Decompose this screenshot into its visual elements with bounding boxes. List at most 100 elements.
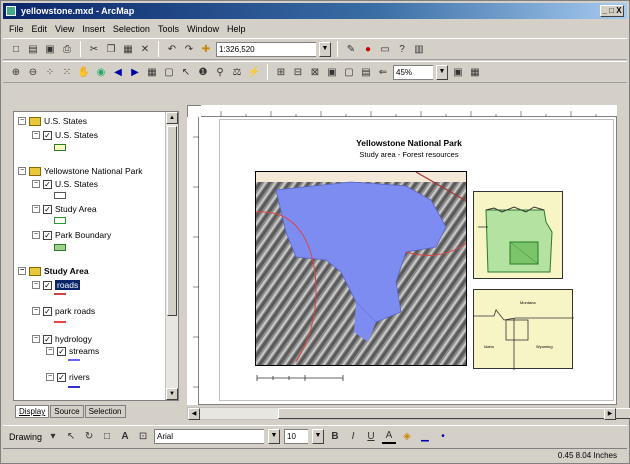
scroll-thumb[interactable]	[167, 126, 177, 316]
collapse-icon[interactable]: −	[32, 307, 40, 315]
collapse-icon[interactable]: −	[32, 335, 40, 343]
select-features-icon[interactable]: ▦	[145, 65, 159, 79]
back-icon[interactable]: ◀	[111, 65, 125, 79]
zoom-page-in-icon[interactable]: ⊞	[274, 65, 288, 79]
zoom-100-icon[interactable]: ▢	[342, 65, 356, 79]
zoom-page-out-icon[interactable]: ⊟	[291, 65, 305, 79]
menu-tools[interactable]: Tools	[158, 21, 179, 37]
map-scale-input[interactable]: 1:326,520	[216, 41, 316, 57]
tab-source[interactable]: Source	[50, 405, 84, 418]
layout-horizontal-scrollbar[interactable]: ◀ ▶	[187, 407, 630, 420]
measure-icon[interactable]: ⚖	[230, 65, 244, 79]
inset-map-states[interactable]: Montana Idaho Wyoming	[473, 289, 574, 370]
copy-icon[interactable]: ❐	[104, 42, 118, 56]
collapse-icon[interactable]: −	[32, 131, 40, 139]
collapse-icon[interactable]: −	[18, 267, 26, 275]
editor-icon[interactable]: ✎	[344, 42, 358, 56]
new-text-icon[interactable]: ⊡	[136, 430, 150, 444]
clear-selection-icon[interactable]: ▢	[162, 65, 176, 79]
cut-icon[interactable]: ✂	[87, 42, 101, 56]
font-dropdown-arrow[interactable]: ▼	[268, 429, 281, 444]
find-icon[interactable]: ⚲	[213, 65, 227, 79]
toc-layer-hydrology[interactable]: − ✓ hydrology	[32, 334, 92, 344]
collapse-icon[interactable]: −	[32, 231, 40, 239]
menu-selection[interactable]: Selection	[113, 21, 150, 37]
main-map-frame[interactable]	[255, 171, 467, 366]
zoom-whole-page-icon[interactable]: ▣	[325, 65, 339, 79]
italic-button[interactable]: I	[346, 430, 360, 444]
line-color-icon[interactable]: ▁	[418, 430, 432, 444]
select-elements-icon[interactable]: ↖	[64, 430, 78, 444]
collapse-icon[interactable]: −	[46, 373, 54, 381]
dropdown-icon[interactable]: ▾	[46, 430, 60, 444]
add-data-icon[interactable]: ✚	[199, 42, 213, 56]
menu-window[interactable]: Window	[187, 21, 219, 37]
print-icon[interactable]: ⎙	[60, 42, 74, 56]
menu-edit[interactable]: Edit	[32, 21, 48, 37]
fixed-zoom-out-icon[interactable]: ⁙	[60, 65, 74, 79]
font-color-button[interactable]: A	[382, 430, 397, 444]
scale-bar[interactable]	[255, 373, 345, 383]
layout-icon[interactable]: ▥	[412, 42, 426, 56]
undo-icon[interactable]: ↶	[165, 42, 179, 56]
rectangle-icon[interactable]: □	[100, 430, 114, 444]
layer-visibility-checkbox[interactable]: ✓	[43, 130, 52, 140]
zoom-out-icon[interactable]: ⊖	[26, 65, 40, 79]
tab-selection[interactable]: Selection	[84, 405, 126, 418]
paste-icon[interactable]: ▦	[121, 42, 135, 56]
toc-layer-rivers[interactable]: − ✓ rivers	[46, 372, 90, 382]
scroll-right-icon[interactable]: ▶	[604, 408, 616, 420]
inset-map-park[interactable]	[473, 191, 563, 279]
menu-view[interactable]: View	[55, 21, 74, 37]
menu-file[interactable]: File	[9, 21, 24, 37]
map-subtitle[interactable]: Study area - Forest resources	[339, 150, 479, 159]
layer-visibility-checkbox[interactable]: ✓	[43, 280, 52, 290]
layer-visibility-checkbox[interactable]: ✓	[43, 179, 52, 189]
toc-group-us-states[interactable]: − U.S. States	[18, 116, 87, 126]
full-extent-icon[interactable]: ◉	[94, 65, 108, 79]
font-name-select[interactable]: Arial	[154, 429, 265, 444]
hyperlink-icon[interactable]: ⚡	[247, 65, 261, 79]
fixed-zoom-in-icon[interactable]: ⁘	[43, 65, 57, 79]
scroll-down-icon[interactable]: ▼	[166, 388, 178, 400]
fill-color-icon[interactable]: ◈	[400, 430, 414, 444]
whats-this-icon[interactable]: ?	[395, 42, 409, 56]
select-elements-icon[interactable]: ↖	[179, 65, 193, 79]
window-controls[interactable]: _ □ X	[600, 5, 624, 17]
drawing-menu[interactable]: Drawing	[9, 432, 42, 442]
menu-help[interactable]: Help	[227, 21, 246, 37]
scroll-left-icon[interactable]: ◀	[188, 408, 200, 420]
toc-layer-roads[interactable]: − ✓ roads	[32, 280, 81, 290]
menu-insert[interactable]: Insert	[82, 21, 105, 37]
pan-page-icon[interactable]: ⊠	[308, 65, 322, 79]
map-title[interactable]: Yellowstone National Park	[339, 138, 479, 148]
fixed-zoom-page-icon[interactable]: ▤	[359, 65, 373, 79]
focus-frame-icon[interactable]: ▦	[468, 65, 482, 79]
toc-layer-streams[interactable]: − ✓ streams	[46, 346, 99, 356]
collapse-icon[interactable]: −	[32, 205, 40, 213]
toc-group-study-area[interactable]: − Study Area	[18, 266, 89, 276]
bold-button[interactable]: B	[328, 430, 342, 444]
text-tool-icon[interactable]: A	[118, 430, 132, 444]
layer-visibility-checkbox[interactable]: ✓	[43, 230, 52, 240]
scroll-up-icon[interactable]: ▲	[166, 112, 178, 124]
toc-layer-study-area[interactable]: − ✓ Study Area	[32, 204, 97, 214]
layer-visibility-checkbox[interactable]: ✓	[57, 346, 66, 356]
underline-button[interactable]: U	[364, 430, 378, 444]
toc-layer-us-states[interactable]: − ✓ U.S. States	[32, 130, 98, 140]
tab-display[interactable]: Display	[15, 405, 50, 418]
arctoolbox-icon[interactable]: ●	[361, 42, 375, 56]
scale-dropdown-arrow[interactable]: ▼	[319, 41, 331, 57]
layer-visibility-checkbox[interactable]: ✓	[43, 334, 52, 344]
previous-extent-icon[interactable]: ⇐	[376, 65, 390, 79]
redo-icon[interactable]: ↷	[182, 42, 196, 56]
layer-visibility-checkbox[interactable]: ✓	[43, 306, 52, 316]
collapse-icon[interactable]: −	[32, 180, 40, 188]
marker-color-icon[interactable]: •	[436, 430, 450, 444]
toc-group-yellowstone[interactable]: − Yellowstone National Park	[18, 166, 142, 176]
new-icon[interactable]: □	[9, 42, 23, 56]
scroll-thumb[interactable]	[278, 408, 630, 419]
collapse-icon[interactable]: −	[18, 167, 26, 175]
zoom-level-input[interactable]: 45%	[393, 64, 433, 80]
save-icon[interactable]: ▣	[43, 42, 57, 56]
